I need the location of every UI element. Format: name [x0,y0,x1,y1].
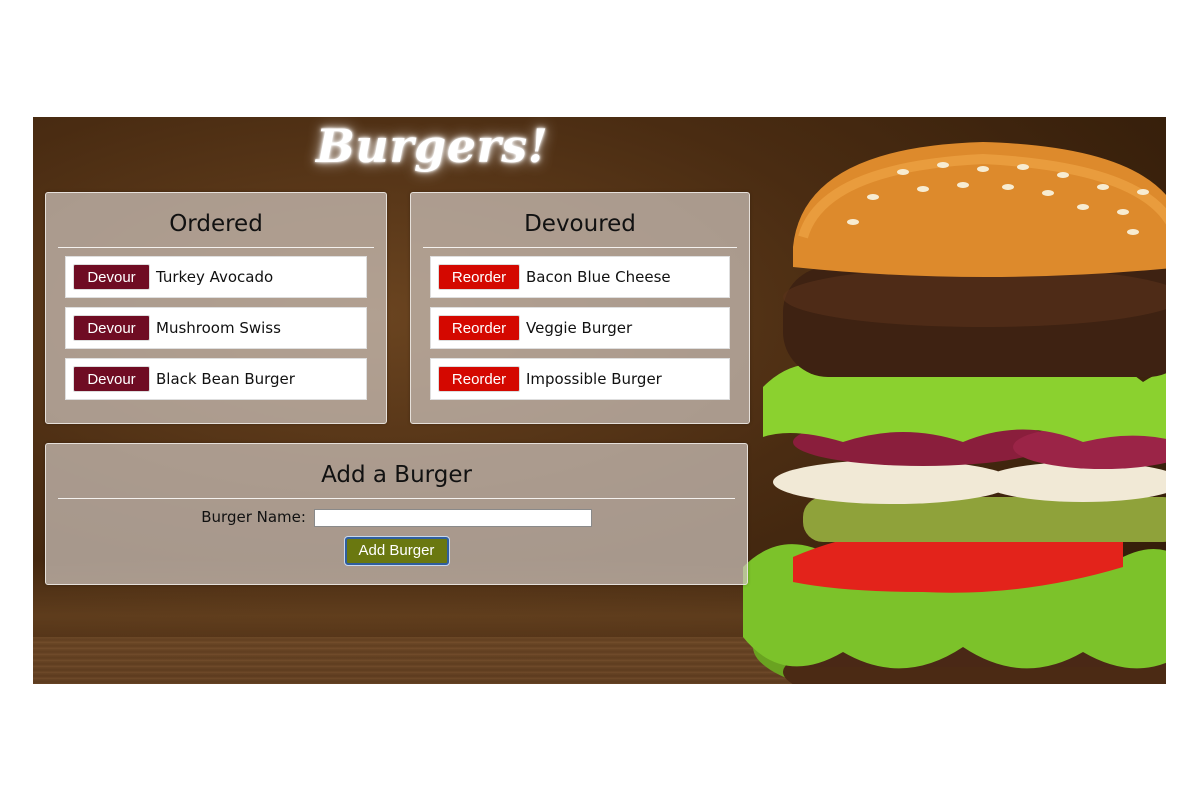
burger-name: Mushroom Swiss [156,319,281,337]
hero-background: Burgers! Ordered Devour Turkey Avocado D… [33,117,1166,684]
burger-name: Veggie Burger [526,319,633,337]
list-item: Devour Mushroom Swiss [65,307,367,349]
devoured-divider [423,247,737,248]
devoured-list: Reorder Bacon Blue Cheese Reorder Veggie… [430,256,730,400]
burger-name: Impossible Burger [526,370,662,388]
add-burger-panel: Add a Burger Burger Name: Add Burger [45,443,748,585]
reorder-button[interactable]: Reorder [438,366,520,392]
burger-name-input[interactable] [313,508,592,527]
ordered-heading: Ordered [169,211,263,237]
add-burger-button[interactable]: Add Burger [344,536,449,565]
reorder-button[interactable]: Reorder [438,315,520,341]
burger-name: Black Bean Burger [156,370,295,388]
list-item: Reorder Bacon Blue Cheese [430,256,730,298]
add-burger-divider [58,498,735,499]
devour-button[interactable]: Devour [73,264,150,290]
ordered-panel: Ordered Devour Turkey Avocado Devour Mus… [45,192,387,424]
reorder-button[interactable]: Reorder [438,264,520,290]
burger-name-row: Burger Name: [46,508,747,527]
add-burger-heading: Add a Burger [321,462,472,488]
burger-name-label: Burger Name: [201,508,306,526]
burger-name: Bacon Blue Cheese [526,268,671,286]
burger-name: Turkey Avocado [156,268,274,286]
list-item: Devour Turkey Avocado [65,256,367,298]
page-title: Burgers! [316,119,549,173]
list-item: Reorder Veggie Burger [430,307,730,349]
burger-photo [743,142,1166,684]
list-item: Reorder Impossible Burger [430,358,730,400]
devoured-heading: Devoured [524,211,636,237]
devoured-panel: Devoured Reorder Bacon Blue Cheese Reord… [410,192,750,424]
list-item: Devour Black Bean Burger [65,358,367,400]
ordered-divider [58,247,374,248]
devour-button[interactable]: Devour [73,315,150,341]
ordered-list: Devour Turkey Avocado Devour Mushroom Sw… [65,256,367,400]
devour-button[interactable]: Devour [73,366,150,392]
